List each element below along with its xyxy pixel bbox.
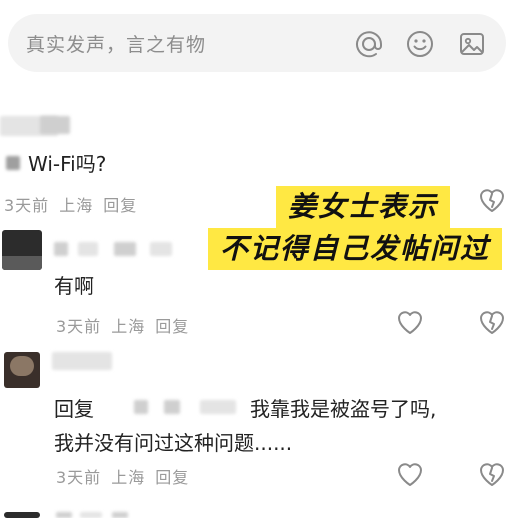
reply-button[interactable]: 回复: [155, 317, 189, 336]
reply-prefix: 回复: [54, 397, 94, 421]
reply-button[interactable]: 回复: [103, 196, 137, 215]
comment-meta: 3天前 上海 回复: [56, 313, 199, 337]
comment-text: 有啊: [54, 274, 94, 298]
blurred-username: [52, 352, 112, 370]
blurred-username: [56, 512, 72, 518]
blurred-username: [134, 400, 148, 414]
comment-meta: 3天前 上海 回复: [56, 464, 199, 488]
comment-input-placeholder[interactable]: 真实发声，言之有物: [26, 30, 206, 57]
blurred-username: [54, 242, 68, 256]
comment-meta: 3天前 上海 回复: [4, 192, 147, 216]
comment-location: 上海: [111, 468, 146, 487]
comment-time: 3天前: [56, 468, 102, 487]
avatar[interactable]: [4, 352, 40, 388]
image-icon[interactable]: [457, 29, 487, 59]
reply-button[interactable]: 回复: [155, 468, 189, 487]
blurred-username: [78, 242, 98, 256]
blurred-username: [112, 512, 128, 518]
blurred-username: [200, 400, 236, 414]
blurred-username: [40, 116, 70, 134]
blurred-username: [80, 512, 102, 518]
avatar[interactable]: [2, 230, 42, 270]
blurred-fragment: [6, 156, 20, 170]
comment-time: 3天前: [4, 196, 50, 215]
avatar[interactable]: [4, 512, 40, 518]
blurred-username: [150, 242, 172, 256]
broken-heart-icon[interactable]: [478, 308, 506, 340]
comment-text-line1: 我靠我是被盗号了吗,: [250, 397, 437, 421]
comment-text-line2: 我并没有问过这种问题......: [54, 431, 293, 455]
heart-icon[interactable]: [396, 460, 424, 492]
at-icon[interactable]: [354, 29, 384, 59]
broken-heart-icon[interactable]: [478, 186, 506, 218]
broken-heart-icon[interactable]: [478, 460, 506, 492]
caption-banner-line2: 不记得自己发帖问过: [208, 228, 503, 270]
comment-text: Wi-Fi吗?: [28, 152, 107, 176]
heart-icon[interactable]: [396, 308, 424, 340]
emoji-icon[interactable]: [405, 29, 435, 59]
blurred-username: [114, 242, 136, 256]
blurred-username: [164, 400, 180, 414]
caption-banner-line1: 姜女士表示: [276, 186, 451, 228]
comment-location: 上海: [111, 317, 146, 336]
comment-time: 3天前: [56, 317, 102, 336]
comment-location: 上海: [59, 196, 94, 215]
